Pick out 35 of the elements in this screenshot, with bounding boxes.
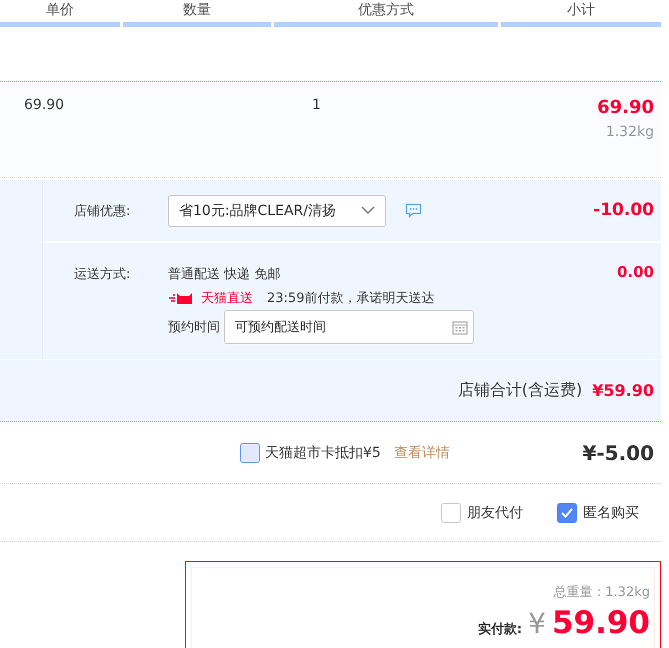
currency-sign: ¥: [528, 607, 546, 640]
chat-icon[interactable]: [405, 202, 422, 218]
column-header: 单价: [46, 2, 74, 18]
total-weight: 总重量：1.32kg: [553, 584, 650, 601]
subtotal: 69.90: [597, 97, 654, 118]
item-weight: 1.32kg: [606, 124, 654, 140]
check-icon: [561, 508, 573, 518]
option-label: 朋友代付: [467, 504, 523, 522]
card-deduction-label: 天猫超市卡抵扣¥5: [265, 444, 381, 462]
pay-amount: 59.90: [552, 605, 650, 641]
column-header: 小计: [567, 2, 595, 18]
checkbox[interactable]: [441, 502, 461, 522]
discount-amount: -10.00: [593, 200, 654, 220]
checkbox[interactable]: [557, 502, 577, 522]
option-label: 匿名购买: [583, 504, 639, 522]
shipping-method: 普通配送 快递 免邮: [168, 266, 282, 283]
delivery-service-text: 天猫直送: [201, 290, 253, 307]
column-header: 数量: [183, 2, 211, 18]
pay-label: 实付款:: [478, 620, 522, 638]
card-deduction-amount: ¥-5.00: [582, 440, 654, 464]
checkbox[interactable]: [240, 442, 260, 462]
delivery-promise: 23:59前付款，承诺明天送达: [267, 290, 434, 307]
shipping-amount: 0.00: [616, 263, 654, 281]
date-field[interactable]: 可预约配送时间: [224, 310, 474, 344]
field-label: 运送方式:: [74, 266, 132, 283]
store-total-label: 店铺合计(含运费): [458, 380, 582, 401]
field-label: 店铺优惠:: [74, 202, 132, 220]
calendar-icon: [452, 320, 468, 335]
field-label: 预约时间: [168, 319, 220, 336]
store-total-amount: ¥59.90: [592, 381, 654, 400]
column-header: 优惠方式: [358, 2, 414, 18]
discount-select[interactable]: 省10元:品牌CLEAR/清扬: [168, 194, 386, 226]
caret-icon: [361, 206, 375, 215]
unit-price: 69.90: [24, 97, 64, 113]
quantity: 1: [312, 97, 321, 113]
